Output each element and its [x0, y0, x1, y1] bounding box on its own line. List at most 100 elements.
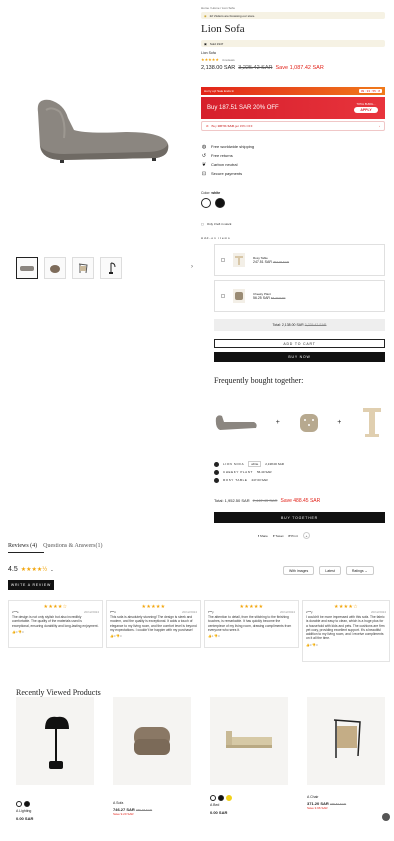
sold-text: Sold 1947 [209, 41, 224, 46]
variant-select[interactable]: white [248, 461, 262, 467]
bed-image [210, 697, 288, 785]
carousel-next-icon[interactable] [382, 813, 390, 821]
leaf-icon: ❦ [201, 161, 207, 168]
swatch-black[interactable] [218, 795, 224, 801]
thumbnail-strip [16, 257, 122, 279]
write-review-button[interactable]: WRITE A REVIEW [8, 580, 54, 590]
tag-icon: ⊘ [206, 124, 209, 128]
product-card[interactable]: A Lighting 0.00 SAR [16, 697, 94, 841]
feature-carbon: ❦ Carbon neutral [201, 161, 238, 168]
apply-button[interactable]: APPLY [354, 107, 378, 113]
product-page: › Home / Home / Lion Sofa ◉ 22 Visitors … [0, 0, 394, 841]
product-main-image[interactable] [16, 60, 191, 190]
card-price: 0.00 SAR [210, 809, 228, 815]
addons-title: Add-on items [201, 236, 231, 240]
tab-qa[interactable]: Questions & Answers(1) [43, 543, 102, 549]
tier-discount-row[interactable]: ⊘ Buy 187.51 SAR get 15% OFF › [201, 121, 385, 131]
filter-with-images[interactable]: With images [283, 566, 315, 575]
swatch-white[interactable] [210, 795, 216, 801]
fbt-item[interactable]: LION SOFA white 2,138.00 SAR [214, 460, 284, 468]
box-icon: ▢ [201, 222, 204, 226]
fbt-plant-image[interactable] [298, 410, 320, 434]
swatch-yellow[interactable] [226, 795, 232, 801]
chair-image [307, 697, 385, 785]
review-card[interactable]: ★★★★★ l***y 20/12/2024 The attention to d… [204, 600, 299, 648]
card-name: A Chair [307, 795, 319, 799]
swatch-black[interactable] [215, 198, 225, 208]
reviewer-name: c***s [12, 610, 19, 614]
color-swatches [201, 198, 225, 208]
thumbnail-chair[interactable] [72, 257, 94, 279]
lamp-image [16, 697, 94, 785]
review-filters: With images Latest Ratings ⌄ [283, 566, 374, 575]
review-card[interactable]: ★★★★☆ c***s 20/12/2024 The design is not … [8, 600, 103, 648]
tab-reviews[interactable]: Reviews (4) [8, 543, 37, 549]
swatch-black[interactable] [24, 801, 30, 807]
buy-now-button[interactable]: BUY NOW [214, 352, 385, 362]
compare-price: 3,225.42 SAR [238, 65, 273, 71]
filter-latest[interactable]: Latest [319, 566, 341, 575]
rating-stars: ★★★★★ [201, 57, 219, 62]
return-icon: ↺ [201, 152, 207, 159]
fbt-table-image[interactable] [359, 404, 385, 440]
review-date: 20/12/2024 [181, 610, 197, 614]
thumbnail-sofa[interactable] [16, 257, 38, 279]
card-save: Save 9.20 SAR [113, 811, 134, 816]
addon-checkbox[interactable] [221, 294, 225, 298]
globe-icon: ◍ [201, 143, 207, 150]
rating-summary[interactable]: 4.5 ★★★★½ ⌄ [8, 566, 54, 573]
fbt-item[interactable]: CHEEKY PLANT 56.40 SAR [214, 468, 284, 476]
swatch-white[interactable] [16, 801, 22, 807]
product-card[interactable]: A Chair 371.20 SAR 375.54 SAR Save 3.96 … [307, 697, 385, 841]
swatch-white[interactable] [201, 198, 211, 208]
more-share-icon[interactable]: + [302, 532, 310, 539]
fbt-sofa-image[interactable] [214, 412, 258, 432]
share-facebook[interactable]: f Share [258, 534, 268, 538]
share-twitter[interactable]: ♥ Tweet [273, 534, 284, 538]
fbt-images: + + [214, 400, 385, 444]
chevron-right-icon: › [379, 124, 380, 128]
sold-bar: ▣ Sold 1947 [201, 40, 385, 47]
addon-checkbox[interactable] [221, 258, 225, 262]
fbt-item[interactable]: ROSY TABLE 247.03 SAR [214, 476, 284, 484]
review-tabs: Reviews (4) Questions & Answers(1) [8, 543, 103, 549]
save-amount: Save 1,087.42 SAR [275, 65, 324, 71]
addon-rosy-table[interactable]: Rosy Table 247.51 SAR 297.03 SAR [214, 244, 385, 276]
lock-icon: ⊡ [201, 170, 207, 177]
feature-secure: ⊡ Secure payments [201, 170, 243, 177]
feature-shipping: ◍ Free worldwide shipping [201, 143, 255, 150]
review-card[interactable]: ★★★★☆ c***y 20/12/2024 I couldn't be more… [302, 600, 390, 662]
sofa-image [113, 697, 191, 785]
check-icon [214, 461, 219, 467]
apply-caption: TOTAL BUNDL... [356, 103, 376, 106]
fbt-list: LION SOFA white 2,138.00 SAR CHEEKY PLANT 5… [214, 460, 284, 484]
product-card[interactable]: A Bed 0.00 SAR [210, 697, 288, 841]
add-to-cart-button[interactable]: ADD TO CART [214, 339, 385, 348]
share-pinterest[interactable]: P Pin it [288, 534, 298, 538]
plus-icon: + [337, 418, 342, 426]
product-card[interactable]: A Sofa 746.27 SAR 755.48 SAR Save 9.20 S… [113, 697, 191, 841]
gallery-next-arrow-icon[interactable]: › [191, 264, 193, 270]
thumbnail-seat[interactable] [44, 257, 66, 279]
review-date: 20/12/2024 [370, 610, 386, 614]
addon-price-row: 56.25 SAR 56.40 SAR [253, 295, 286, 300]
filter-ratings[interactable]: Ratings ⌄ [345, 566, 374, 575]
addon-price-row: 247.51 SAR 297.03 SAR [253, 259, 290, 264]
thumbnail-lamp[interactable] [100, 257, 122, 279]
tab-active-underline [8, 552, 44, 553]
product-title: Lion Sofa [201, 23, 245, 35]
rating-row[interactable]: ★★★★★ 4 reviews [201, 57, 385, 62]
breadcrumb[interactable]: Home / Home / Lion Sofa [201, 6, 385, 10]
addon-cheeky-plant[interactable]: Cheeky Plant 56.25 SAR 56.40 SAR [214, 280, 385, 312]
fbt-total: Total: 1,952.50 SAR 2,442.43 SAR Save 48… [214, 498, 321, 504]
review-votes[interactable]: 👍0 👎0 [110, 634, 197, 638]
tier-discount-text: Buy 187.51 SAR get 15% OFF [211, 124, 253, 128]
review-votes[interactable]: 👍1 👎0 [208, 634, 295, 638]
visitors-bar: ◉ 22 Visitors are browsing our store. [201, 12, 385, 19]
card-price: 0.00 SAR [16, 815, 34, 821]
review-votes[interactable]: 👍0 👎0 [306, 643, 386, 647]
buy-together-button[interactable]: BUY TOGETHER [214, 512, 385, 523]
check-icon [214, 477, 219, 483]
review-votes[interactable]: 👍0 👎0 [12, 630, 99, 634]
review-card[interactable]: ★★★★★ f***n 20/12/2024 This sofa is absol… [106, 600, 201, 648]
